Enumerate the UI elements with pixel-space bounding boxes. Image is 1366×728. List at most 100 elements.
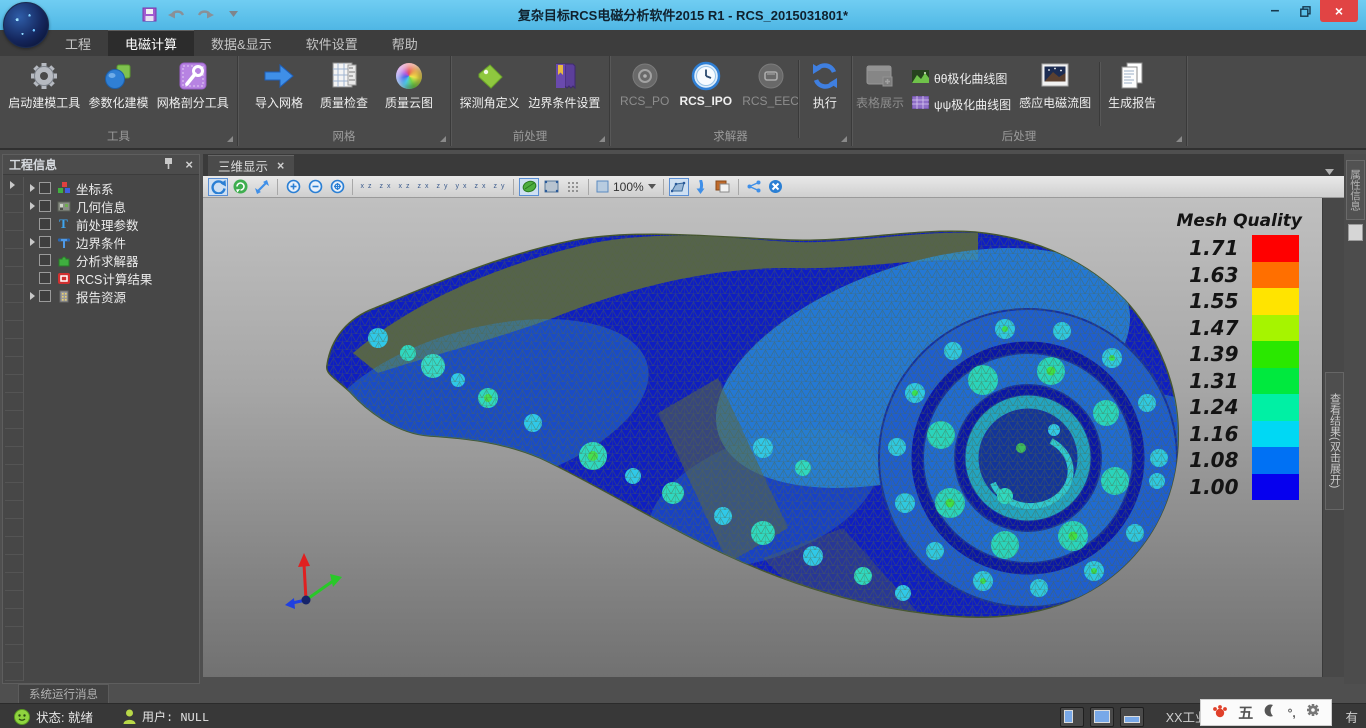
select-faces-icon[interactable] — [669, 178, 689, 196]
view-xy-icon[interactable]: x z — [358, 178, 375, 195]
pin-icon[interactable] — [164, 157, 173, 172]
close-button[interactable]: × — [1320, 0, 1358, 22]
tree-item-coordinate-system[interactable]: 坐标系 — [25, 179, 199, 197]
parametric-modeling-button[interactable]: 参数化建模 — [88, 58, 148, 111]
quality-cloud-button[interactable]: 质量云图 — [385, 58, 433, 111]
execute-button[interactable]: 执行 — [809, 58, 841, 111]
view-iso1-icon[interactable]: z x — [472, 178, 489, 195]
rcs-eec-button[interactable]: RCS_EEC — [742, 58, 799, 108]
pan-icon[interactable] — [252, 178, 272, 196]
ribbon: 启动建模工具 参数化建模 网格剖分工具 工具 — [0, 56, 1366, 150]
group-expand-icon[interactable] — [841, 136, 847, 142]
ime-settings-gear-icon[interactable] — [1306, 703, 1320, 722]
probe-angle-button[interactable]: 探测角定义 — [460, 58, 520, 111]
group-expand-icon[interactable] — [440, 136, 446, 142]
undo-icon[interactable] — [166, 4, 188, 24]
table-view-button[interactable]: 表格展示 — [856, 58, 904, 111]
menu-tab-data-display[interactable]: 数据&显示 — [194, 30, 289, 56]
induced-current-button[interactable]: 感应电磁流图 — [1019, 58, 1091, 111]
system-messages-tab[interactable]: 系统运行消息 — [18, 684, 109, 703]
view-zx-icon[interactable]: z x — [415, 178, 432, 195]
rcs-result-icon — [56, 271, 71, 285]
tree-item-geometry-info[interactable]: 几何信息 — [25, 197, 199, 215]
share-icon[interactable] — [744, 178, 764, 196]
rcs-ipo-button[interactable]: RCS_IPO — [679, 58, 732, 108]
ime-fullhalf-moon-icon[interactable] — [1264, 704, 1277, 722]
tree-item-analysis-solver[interactable]: 分析求解器 — [25, 251, 199, 269]
panel-close-icon[interactable]: × — [185, 157, 193, 172]
generate-report-button[interactable]: 生成报告 — [1108, 58, 1156, 111]
checkbox[interactable] — [39, 290, 51, 302]
redo-icon[interactable] — [194, 4, 216, 24]
ribbon-group-label: 后处理 — [852, 128, 1186, 144]
group-expand-icon[interactable] — [599, 136, 605, 142]
view-xz-icon[interactable]: x z — [396, 178, 413, 195]
rotate-view-icon[interactable] — [208, 178, 228, 196]
maximize-button[interactable] — [1292, 0, 1318, 22]
checkbox[interactable] — [39, 218, 51, 230]
legend-band — [1252, 474, 1299, 501]
menu-tab-settings[interactable]: 软件设置 — [289, 30, 375, 56]
checkbox[interactable] — [39, 272, 51, 284]
layout-bottom-icon[interactable] — [1120, 707, 1144, 727]
properties-panel-tab[interactable]: 属性信息 — [1346, 160, 1365, 220]
orbit-icon[interactable] — [230, 178, 250, 196]
view-iso2-icon[interactable]: z y — [491, 178, 508, 195]
zoom-in-icon[interactable] — [283, 178, 303, 196]
tree-item-report-resources[interactable]: 报告资源 — [25, 287, 199, 305]
theta-curve-button[interactable]: θθ极化曲线图 — [912, 67, 1011, 89]
checkbox[interactable] — [39, 200, 51, 212]
quick-access-dropdown-icon[interactable] — [222, 4, 244, 24]
rcs-po-button[interactable]: RCS_PO — [620, 58, 669, 108]
view-zy-icon[interactable]: z y — [434, 178, 451, 195]
copy-view-icon[interactable] — [713, 178, 733, 196]
checkbox[interactable] — [39, 236, 51, 248]
layout-full-icon[interactable] — [1090, 707, 1114, 727]
zoom-fit-icon[interactable] — [327, 178, 347, 196]
group-expand-icon[interactable] — [1176, 136, 1182, 142]
menu-tab-project[interactable]: 工程 — [48, 30, 108, 56]
3d-viewport-canvas[interactable]: Mesh Quality 1.71 1.63 1.55 1.47 1.39 1.… — [203, 198, 1322, 677]
minimize-button[interactable]: – — [1262, 0, 1288, 22]
boundary-settings-button[interactable]: 边界条件设置 — [528, 58, 600, 111]
surface-mode-icon[interactable] — [541, 178, 561, 196]
zoom-out-icon[interactable] — [305, 178, 325, 196]
zoom-level-select[interactable]: 100% — [593, 180, 659, 194]
legend-band — [1252, 421, 1299, 448]
save-icon[interactable] — [138, 4, 160, 24]
checkbox[interactable] — [39, 182, 51, 194]
cancel-icon[interactable] — [766, 178, 786, 196]
photo-icon — [1039, 60, 1071, 92]
ribbon-group-label: 网格 — [238, 128, 450, 144]
import-arrow-icon — [263, 60, 295, 92]
shaded-mode-icon[interactable] — [519, 178, 539, 196]
tab-close-icon[interactable]: × — [277, 159, 284, 173]
import-mesh-button[interactable]: 导入网格 — [255, 58, 303, 111]
mesh-partition-button[interactable]: 网格剖分工具 — [157, 58, 229, 111]
geometry-icon — [56, 199, 71, 213]
view-yz-icon[interactable]: y x — [453, 178, 470, 195]
ime-wubi-mode[interactable]: 五 — [1238, 702, 1253, 723]
ime-punctuation-icon[interactable]: °, — [1288, 706, 1296, 720]
menu-tab-em-compute[interactable]: 电磁计算 — [108, 30, 194, 56]
scrollbar-thumb[interactable] — [1348, 224, 1363, 241]
app-logo[interactable] — [3, 2, 49, 48]
layout-left-icon[interactable] — [1060, 707, 1084, 727]
drop-arrow-icon[interactable] — [691, 178, 711, 196]
group-expand-icon[interactable] — [227, 136, 233, 142]
launch-modeling-button[interactable]: 启动建模工具 — [8, 58, 80, 111]
tree-item-boundary-conditions[interactable]: 边界条件 — [25, 233, 199, 251]
view-results-tab[interactable]: 查看结果(双击展开) — [1325, 372, 1344, 510]
tree-item-rcs-results[interactable]: RCS计算结果 — [25, 269, 199, 287]
refresh-icon — [809, 60, 841, 92]
quality-check-button[interactable]: 质量检查 — [320, 58, 368, 111]
ime-logo-paw-icon[interactable] — [1212, 703, 1228, 723]
ribbon-group-mesh: 导入网格 质量检查 质量云图 网格 — [238, 56, 451, 146]
tree-item-preprocess-params[interactable]: T 前处理参数 — [25, 215, 199, 233]
tab-3d-display[interactable]: 三维显示 × — [208, 155, 294, 176]
menu-tab-help[interactable]: 帮助 — [375, 30, 435, 56]
checkbox[interactable] — [39, 254, 51, 266]
view-yx-icon[interactable]: z x — [377, 178, 394, 195]
points-mode-icon[interactable] — [563, 178, 583, 196]
psi-curve-button[interactable]: ψψ极化曲线图 — [912, 93, 1011, 115]
